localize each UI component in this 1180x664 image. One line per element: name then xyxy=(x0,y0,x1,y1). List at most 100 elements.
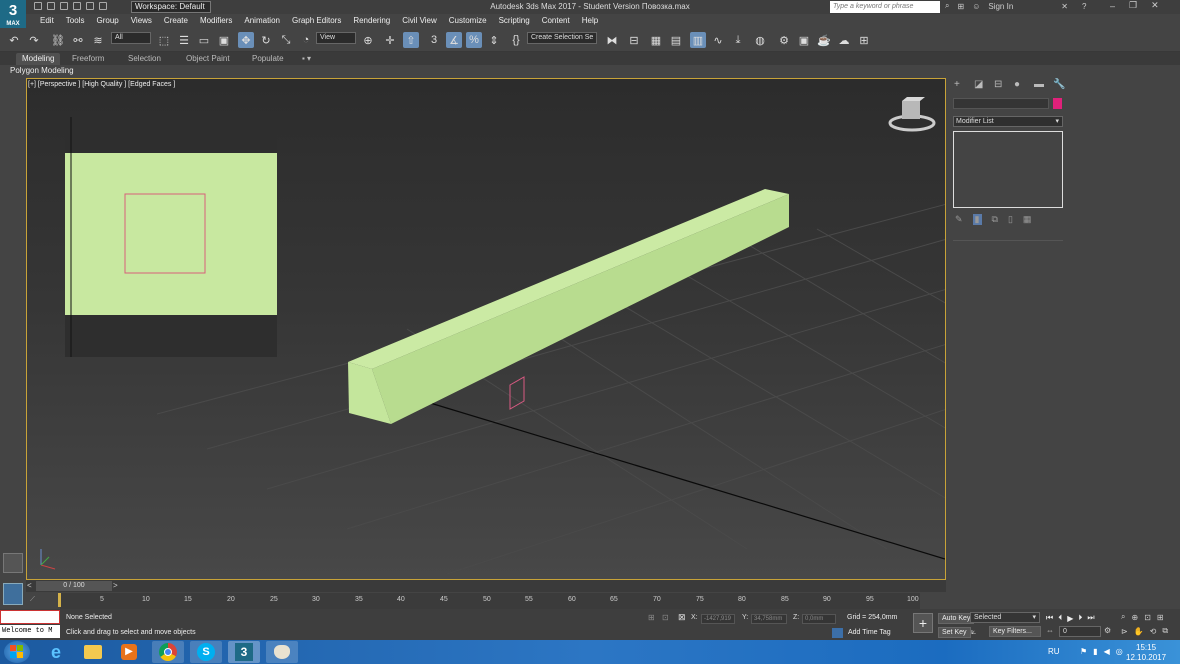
zoom-extents-all-icon[interactable]: ⊞ xyxy=(1157,613,1164,622)
taskbar-clock[interactable]: 15:15 12.10.2017 xyxy=(1126,643,1166,663)
ribbon-options-icon[interactable]: ▪ ▾ xyxy=(296,53,317,65)
pin-stack-icon[interactable]: ✎ xyxy=(955,214,963,225)
chrome-icon[interactable] xyxy=(152,641,184,663)
layer-explorer-icon[interactable]: ▦ xyxy=(648,32,664,48)
key-mode-icon[interactable]: ⇔ xyxy=(1046,626,1054,635)
add-time-tag-button[interactable]: Add Time Tag xyxy=(848,629,891,636)
select-rotate-icon[interactable]: ↻ xyxy=(258,32,274,48)
next-frame-icon[interactable]: ⏵ xyxy=(1078,613,1082,623)
angle-snap-icon[interactable]: ∡ xyxy=(446,32,462,48)
previous-frame-icon[interactable]: ⏴ xyxy=(1058,613,1062,623)
tab-modeling[interactable]: Modeling xyxy=(16,53,61,65)
perspective-viewport[interactable] xyxy=(26,78,946,580)
zoom-icon[interactable]: ⌕ xyxy=(1121,612,1125,622)
select-object-icon[interactable]: ⬚ xyxy=(156,32,172,48)
menu-customize[interactable]: Customize xyxy=(443,14,493,28)
select-manipulate-icon[interactable]: ✛ xyxy=(382,32,398,48)
scene-explorer-icon[interactable]: ▥ xyxy=(690,32,706,48)
a360-gallery-icon[interactable]: ⊞ xyxy=(856,32,872,48)
tray-network-icon[interactable]: ▮ xyxy=(1093,647,1097,656)
menu-edit[interactable]: Edit xyxy=(34,14,60,28)
time-tag-icon[interactable] xyxy=(832,628,843,638)
select-place-icon[interactable]: ◔ xyxy=(298,32,314,48)
tray-flag-icon[interactable]: ⚑ xyxy=(1080,647,1087,656)
undo-icon[interactable]: ↶ xyxy=(6,32,22,48)
time-slider-thumb[interactable]: 0 / 100 xyxy=(36,581,112,591)
configure-sets-icon[interactable]: ▦ xyxy=(1023,214,1032,225)
menu-views[interactable]: Views xyxy=(125,14,158,28)
hierarchy-tab-icon[interactable]: ⊟ xyxy=(994,80,1004,90)
display-tab-icon[interactable]: ▬ xyxy=(1034,80,1044,90)
absolute-mode-icon[interactable]: ⊠ xyxy=(678,612,686,623)
show-end-result-icon[interactable]: ▮ xyxy=(972,214,982,225)
percent-snap-icon[interactable]: % xyxy=(466,32,482,48)
orbit-icon[interactable]: ⟲ xyxy=(1150,627,1157,636)
menu-tools[interactable]: Tools xyxy=(60,14,91,28)
sign-in-label[interactable]: Sign In xyxy=(988,2,1013,11)
skype-icon[interactable]: S xyxy=(190,641,222,663)
toggle-ribbon-icon[interactable]: ▤ xyxy=(668,32,684,48)
selection-lock-icon[interactable]: ⊡ xyxy=(662,613,669,622)
internet-explorer-icon[interactable]: e xyxy=(40,641,72,663)
plane-object[interactable] xyxy=(509,376,525,410)
minimize-icon[interactable]: – xyxy=(1110,1,1115,11)
menu-help[interactable]: Help xyxy=(576,14,604,28)
viewcube-icon[interactable] xyxy=(888,97,936,132)
curve-editor-icon[interactable]: ∿ xyxy=(710,32,726,48)
add-key-icon[interactable]: + xyxy=(913,613,933,633)
search-icon[interactable]: ⌕ xyxy=(945,1,949,11)
menu-content[interactable]: Content xyxy=(536,14,576,28)
maxscript-listener-input[interactable] xyxy=(0,610,60,624)
track-bar-toggle-icon[interactable]: ⟋ xyxy=(30,596,35,604)
media-player-icon[interactable]: ▶ xyxy=(113,641,145,663)
y-coordinate-field[interactable]: 34,758mm xyxy=(751,614,787,624)
unlink-icon[interactable]: ⚯ xyxy=(70,32,86,48)
isolate-selection-icon[interactable]: ⊞ xyxy=(648,613,655,622)
modifier-stack[interactable] xyxy=(953,131,1063,208)
modifier-list-dropdown[interactable]: Modifier List ▾ xyxy=(953,116,1063,127)
object-color-swatch[interactable] xyxy=(1053,98,1062,109)
active-layout-icon[interactable] xyxy=(3,583,23,605)
edit-named-selection-icon[interactable]: {} xyxy=(508,32,524,48)
3ds-max-taskbar-icon[interactable]: 3 xyxy=(228,641,260,663)
polygon-modeling-label[interactable]: Polygon Modeling xyxy=(10,65,74,76)
maxscript-output[interactable]: Welcome to M xyxy=(0,625,60,638)
snaps-toggle-icon[interactable]: 3 xyxy=(426,32,442,48)
render-production-icon[interactable]: ☕ xyxy=(816,32,832,48)
menu-create[interactable]: Create xyxy=(158,14,194,28)
tray-update-icon[interactable]: ◎ xyxy=(1116,647,1123,656)
rendered-frame-window-icon[interactable]: ▣ xyxy=(796,32,812,48)
user-icon[interactable]: ☺ xyxy=(972,2,980,11)
menu-scripting[interactable]: Scripting xyxy=(493,14,536,28)
set-key-button[interactable]: Set Key xyxy=(938,627,971,638)
spinner-snap-icon[interactable]: ⇕ xyxy=(486,32,502,48)
rectangular-selection-icon[interactable]: ▭ xyxy=(196,32,212,48)
make-unique-icon[interactable]: ⧉ xyxy=(992,214,998,225)
paint-icon[interactable] xyxy=(266,641,298,663)
tray-volume-icon[interactable]: ◀ xyxy=(1104,647,1110,656)
time-next-icon[interactable]: > xyxy=(113,581,118,590)
tab-selection[interactable]: Selection xyxy=(122,53,167,65)
keyboard-shortcut-override-icon[interactable]: ⇧ xyxy=(403,32,419,48)
remove-modifier-icon[interactable]: ▯ xyxy=(1008,214,1013,225)
app-logo-icon[interactable]: 3 MAX xyxy=(0,0,26,28)
key-filters-button[interactable]: Key Filters... xyxy=(989,626,1041,637)
menu-animation[interactable]: Animation xyxy=(238,14,286,28)
language-indicator[interactable]: RU xyxy=(1048,647,1060,656)
x-coordinate-field[interactable]: -1427,919 xyxy=(701,614,735,624)
window-crossing-icon[interactable]: ▣ xyxy=(216,32,232,48)
menu-rendering[interactable]: Rendering xyxy=(347,14,396,28)
object-name-field[interactable] xyxy=(953,98,1049,109)
maximize-icon[interactable]: ❐ xyxy=(1129,0,1137,11)
reference-coordinate-dropdown[interactable]: View xyxy=(316,32,356,44)
viewport-label[interactable]: [+] [Perspective ] [High Quality ] [Edge… xyxy=(28,81,175,88)
mirror-icon[interactable]: ⧓ xyxy=(604,32,620,48)
tab-object-paint[interactable]: Object Paint xyxy=(180,53,236,65)
tab-freeform[interactable]: Freeform xyxy=(66,53,110,65)
utilities-tab-icon[interactable]: 🔧 xyxy=(1053,80,1065,90)
link-icon[interactable]: ⛓ xyxy=(50,32,66,48)
z-coordinate-field[interactable]: 0,0mm xyxy=(802,614,836,624)
time-prev-icon[interactable]: < xyxy=(27,581,32,590)
maximize-viewport-icon[interactable]: ⧉ xyxy=(1162,626,1168,636)
create-tab-icon[interactable]: + xyxy=(954,80,964,90)
